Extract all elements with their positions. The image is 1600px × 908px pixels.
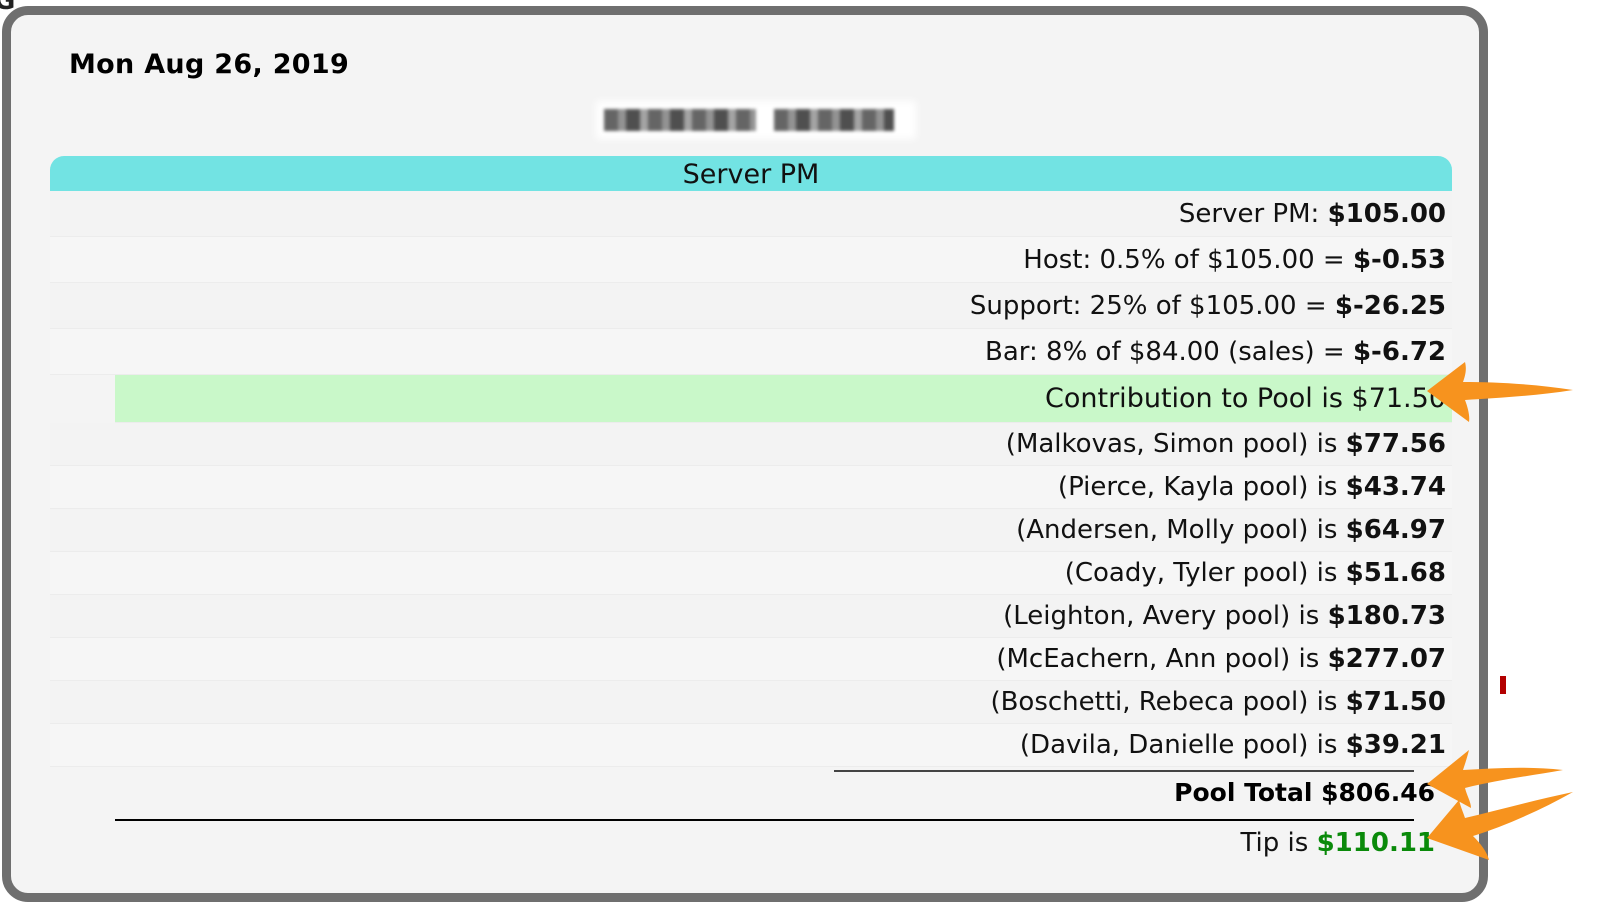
contribution-to-pool: Contribution to Pool is $71.50 [115,375,1452,423]
tip-line: Tip is $110.11 [1240,828,1435,858]
arrow-contribution-icon [1427,362,1573,422]
pool-label: (Davila, Danielle pool) is [1019,730,1346,760]
pool-amount: $71.50 [1345,687,1446,717]
pool-label: (Boschetti, Rebeca pool) is [990,687,1346,717]
report-date: Mon Aug 26, 2019 [69,49,350,80]
pool-row: (Boschetti, Rebeca pool) is $71.50 [50,681,1452,724]
line-label: Bar: 8% of $84.00 (sales) = [985,337,1353,367]
pool-row: (Leighton, Avery pool) is $180.73 [50,595,1452,638]
line-label: Server PM: [1178,199,1328,229]
pool-amount: $64.97 [1345,515,1446,545]
pool-row: (McEachern, Ann pool) is $277.07 [50,638,1452,681]
line-label: Support: 25% of $105.00 = [969,291,1335,321]
pool-total-divider [834,770,1414,772]
pool-label: (Pierce, Kayla pool) is [1057,472,1346,502]
tip-label: Tip is [1240,828,1317,858]
arrow-tip-icon [1427,792,1573,860]
tip-divider [115,819,1414,821]
pool-amount: $51.68 [1345,558,1446,588]
line-bar: Bar: 8% of $84.00 (sales) = $-6.72 [50,329,1452,375]
tip-breakdown-dialog: Mon Aug 26, 2019 Server PM Server PM: $1… [2,6,1488,902]
pool-total: Pool Total $806.46 [1174,778,1435,807]
section-header-server-pm: Server PM [50,156,1452,191]
pool-label: (McEachern, Ann pool) is [996,644,1328,674]
pool-amount: $180.73 [1327,601,1446,631]
tip-breakdown-table: Server PM: $105.00 Host: 0.5% of $105.00… [50,191,1452,767]
pool-amount: $277.07 [1327,644,1446,674]
pool-row: (Davila, Danielle pool) is $39.21 [50,724,1452,767]
tip-amount: $110.11 [1316,828,1435,858]
line-amount: $105.00 [1327,199,1446,229]
pool-row: (Pierce, Kayla pool) is $43.74 [50,466,1452,509]
screenshot-stage: G Mon Aug 26, 2019 Server PM Server PM: … [0,0,1600,908]
line-host: Host: 0.5% of $105.00 = $-0.53 [50,237,1452,283]
line-amount: $-26.25 [1334,291,1446,321]
pool-label: (Malkovas, Simon pool) is [1005,429,1346,459]
line-label: Host: 0.5% of $105.00 = [1023,245,1353,275]
pool-amount: $43.74 [1345,472,1446,502]
pool-row: (Malkovas, Simon pool) is $77.56 [50,423,1452,466]
redacted-employee-name [596,101,916,139]
pool-amount: $77.56 [1345,429,1446,459]
pool-label: (Coady, Tyler pool) is [1064,558,1346,588]
pool-label: (Leighton, Avery pool) is [1003,601,1328,631]
line-support: Support: 25% of $105.00 = $-26.25 [50,283,1452,329]
line-amount: $-0.53 [1352,245,1446,275]
pool-row: (Coady, Tyler pool) is $51.68 [50,552,1452,595]
line-server-pm: Server PM: $105.00 [50,191,1452,237]
background-red-mark [1500,676,1506,694]
pool-label: (Andersen, Molly pool) is [1016,515,1346,545]
pool-row: (Andersen, Molly pool) is $64.97 [50,509,1452,552]
